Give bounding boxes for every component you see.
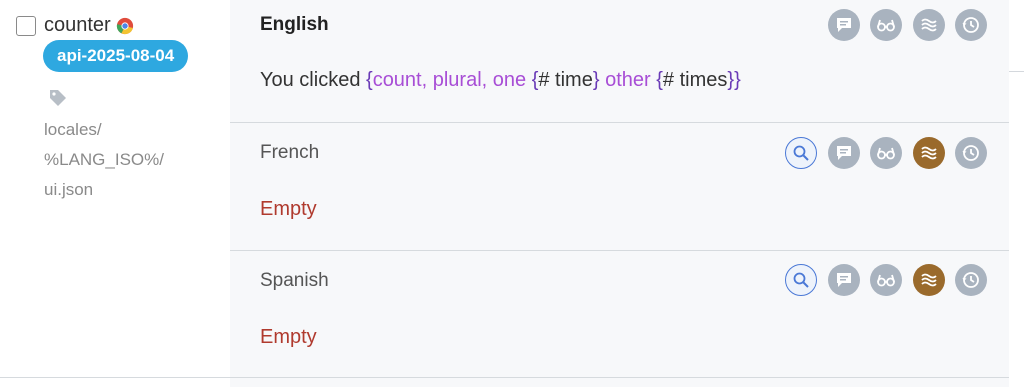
divider: [230, 250, 1009, 251]
history-button[interactable]: [955, 9, 987, 41]
icu-placeholder: count, plural, one: [372, 69, 532, 91]
target-language-label: Spanish: [260, 270, 329, 291]
divider: [1009, 71, 1024, 72]
icu-text: # time: [538, 69, 593, 91]
search-button[interactable]: [785, 264, 817, 296]
key-name[interactable]: counter: [44, 14, 111, 37]
comment-icon: [837, 18, 851, 32]
machine-translate-button[interactable]: [913, 9, 945, 41]
comment-button[interactable]: [828, 264, 860, 296]
history-button[interactable]: [955, 264, 987, 296]
review-button[interactable]: [870, 9, 902, 41]
history-button[interactable]: [955, 137, 987, 169]
search-icon: [793, 272, 809, 288]
divider: [0, 377, 1009, 378]
comment-button[interactable]: [828, 137, 860, 169]
waves-icon: [921, 273, 937, 287]
icu-brace-open: {: [366, 69, 373, 91]
divider: [230, 122, 1009, 123]
translation-value[interactable]: Empty: [260, 198, 317, 221]
review-button[interactable]: [870, 137, 902, 169]
comment-icon: [837, 273, 851, 287]
icu-brace: {: [656, 69, 663, 91]
history-icon: [962, 145, 979, 161]
review-button[interactable]: [870, 264, 902, 296]
search-button[interactable]: [785, 137, 817, 169]
tag-icon[interactable]: [48, 88, 68, 108]
file-path-line: %LANG_ISO%/: [44, 150, 164, 169]
machine-translate-button[interactable]: [913, 264, 945, 296]
glasses-icon: [877, 274, 895, 287]
key-sidebar: counter api-2025-08-04 locales/ %LANG_IS…: [0, 0, 230, 387]
branch-badge[interactable]: api-2025-08-04: [43, 40, 189, 72]
icu-brace: }}: [727, 69, 741, 91]
chrome-icon: [116, 17, 133, 34]
icu-placeholder: other: [599, 69, 657, 91]
icu-brace: }: [592, 69, 600, 91]
source-text[interactable]: You clicked {count, plural, one {# time}…: [260, 69, 741, 92]
comment-button[interactable]: [828, 9, 860, 41]
waves-icon: [921, 146, 937, 160]
history-icon: [962, 272, 979, 288]
file-path-line: locales/: [44, 120, 102, 139]
key-header: counter: [16, 14, 134, 37]
machine-translate-button[interactable]: [913, 137, 945, 169]
source-language-label: English: [260, 14, 329, 35]
icu-text: # times: [662, 69, 728, 91]
translation-value[interactable]: Empty: [260, 326, 317, 349]
panel-gutter: [1009, 0, 1024, 387]
history-icon: [962, 17, 979, 33]
search-icon: [793, 145, 809, 161]
source-text-prefix: You clicked: [260, 69, 366, 91]
translations-panel: [230, 0, 1024, 387]
key-select-checkbox[interactable]: [16, 15, 36, 36]
waves-icon: [921, 18, 937, 32]
comment-icon: [837, 146, 851, 160]
target-language-label: French: [260, 142, 320, 163]
glasses-icon: [877, 147, 895, 160]
file-path-line: ui.json: [44, 180, 94, 199]
glasses-icon: [877, 19, 895, 32]
